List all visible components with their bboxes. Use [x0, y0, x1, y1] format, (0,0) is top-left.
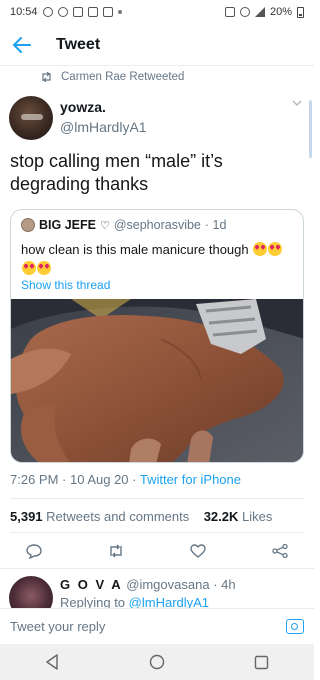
quoted-author-handle: @sephorasvibe — [113, 218, 201, 232]
heart-eyes-emoji-icon — [22, 261, 36, 275]
reply-input-placeholder[interactable]: Tweet your reply — [10, 619, 105, 634]
comment-icon — [26, 543, 42, 559]
retweets-label: Retweets and comments — [46, 509, 190, 524]
tweet-stats: 5,391 Retweets and comments 32.2K Likes — [10, 509, 272, 524]
reply-button[interactable] — [22, 540, 46, 562]
square-recents-icon — [254, 655, 269, 669]
image-notification-icon — [72, 7, 83, 17]
reply-time: · 4h — [213, 577, 236, 592]
replying-to-prefix: Replying to — [60, 595, 129, 608]
chevron-down-icon[interactable] — [292, 100, 302, 106]
retweet-icon — [110, 544, 122, 558]
reply-author-handle[interactable]: @imgovasana — [126, 577, 209, 592]
heart-eyes-emoji-icon — [37, 261, 51, 275]
quoted-author-name: BIG JEFE — [39, 218, 96, 232]
divider — [10, 532, 304, 533]
quoted-tweet-header: BIG JEFE ♡ @sephorasvibe · 1d — [21, 218, 226, 232]
reply-header: G O V A @imgovasana · 4h — [60, 577, 236, 592]
likes-count: 32.2K — [203, 509, 239, 524]
retweets-count: 5,391 — [10, 509, 43, 524]
mail-notification-icon — [87, 7, 98, 17]
heart-icon — [190, 544, 206, 558]
share-icon — [272, 544, 288, 558]
like-button[interactable] — [186, 540, 210, 562]
signal-icon — [254, 7, 265, 17]
retweet-small-icon — [42, 72, 51, 82]
scroll-indicator[interactable] — [309, 100, 312, 158]
nav-home-button[interactable] — [142, 647, 172, 677]
heart-eyes-emoji-icon — [253, 242, 268, 256]
retweet-button[interactable] — [104, 540, 128, 562]
likes-label: Likes — [242, 509, 273, 524]
tweet-actions — [22, 540, 292, 562]
divider — [10, 498, 304, 499]
retweets-stat[interactable]: 5,391 Retweets and comments — [10, 509, 189, 524]
retweet-banner[interactable]: Carmen Rae Retweeted — [40, 71, 184, 83]
divider — [0, 568, 314, 569]
tweet-source-link[interactable]: Twitter for iPhone — [140, 472, 241, 487]
reply-author-name[interactable]: G O V A — [60, 577, 123, 592]
nav-back-button[interactable] — [37, 647, 67, 677]
heart-eyes-emoji-icon — [268, 242, 283, 256]
quoted-tweet-photo[interactable] — [11, 299, 303, 462]
gmail-notification-icon — [102, 7, 113, 17]
nav-recents-button[interactable] — [247, 647, 277, 677]
heart-outline-icon: ♡ — [99, 219, 110, 232]
circle-home-icon — [149, 654, 165, 670]
show-thread-link[interactable]: Show this thread — [21, 278, 110, 292]
hand-photo-illustration — [11, 299, 303, 462]
author-handle[interactable]: @lmHardlyA1 — [60, 119, 147, 135]
camera-icon[interactable] — [286, 619, 304, 634]
wifi-icon — [239, 7, 250, 17]
tweet-timestamp-row: 7:26 PM · 10 Aug 20 · Twitter for iPhone — [10, 472, 241, 487]
status-bar: 10:54 20% — [0, 0, 314, 24]
arrow-left-icon — [13, 36, 31, 53]
quoted-tweet-time: · 1d — [204, 218, 227, 232]
author-avatar[interactable] — [9, 96, 53, 140]
triangle-back-icon — [46, 654, 59, 670]
system-navigation-bar — [0, 644, 314, 680]
quoted-tweet-text: how clean is this male manicure though — [21, 242, 249, 257]
reply-composer[interactable]: Tweet your reply — [0, 608, 314, 644]
retweet-banner-text: Carmen Rae Retweeted — [61, 71, 185, 83]
quoted-author-avatar — [21, 218, 35, 232]
likes-stat[interactable]: 32.2K Likes — [204, 509, 273, 524]
tweet-timestamp: 7:26 PM · 10 Aug 20 · — [10, 472, 140, 487]
author-display-name[interactable]: yowza. — [60, 99, 106, 115]
replying-to-handle[interactable]: @lmHardlyA1 — [129, 595, 209, 608]
quoted-tweet-text-block: how clean is this male manicure though — [21, 240, 297, 278]
more-notifications-icon — [117, 10, 122, 14]
quoted-tweet-card[interactable]: BIG JEFE ♡ @sephorasvibe · 1d how clean … — [10, 209, 304, 463]
c-app-notification-icon — [57, 7, 68, 17]
battery-icon — [297, 6, 304, 18]
battery-percent: 20% — [269, 6, 292, 18]
status-time: 10:54 — [10, 6, 38, 18]
vibrate-icon — [224, 7, 235, 17]
back-button[interactable] — [2, 24, 42, 66]
top-app-bar: Tweet — [0, 24, 314, 66]
instagram-notification-icon — [42, 7, 53, 17]
tweet-text: stop calling men “male” it’s degrading t… — [10, 151, 223, 194]
replying-to-line: Replying to @lmHardlyA1 — [60, 595, 209, 608]
page-title: Tweet — [56, 35, 101, 53]
share-button[interactable] — [268, 540, 292, 562]
